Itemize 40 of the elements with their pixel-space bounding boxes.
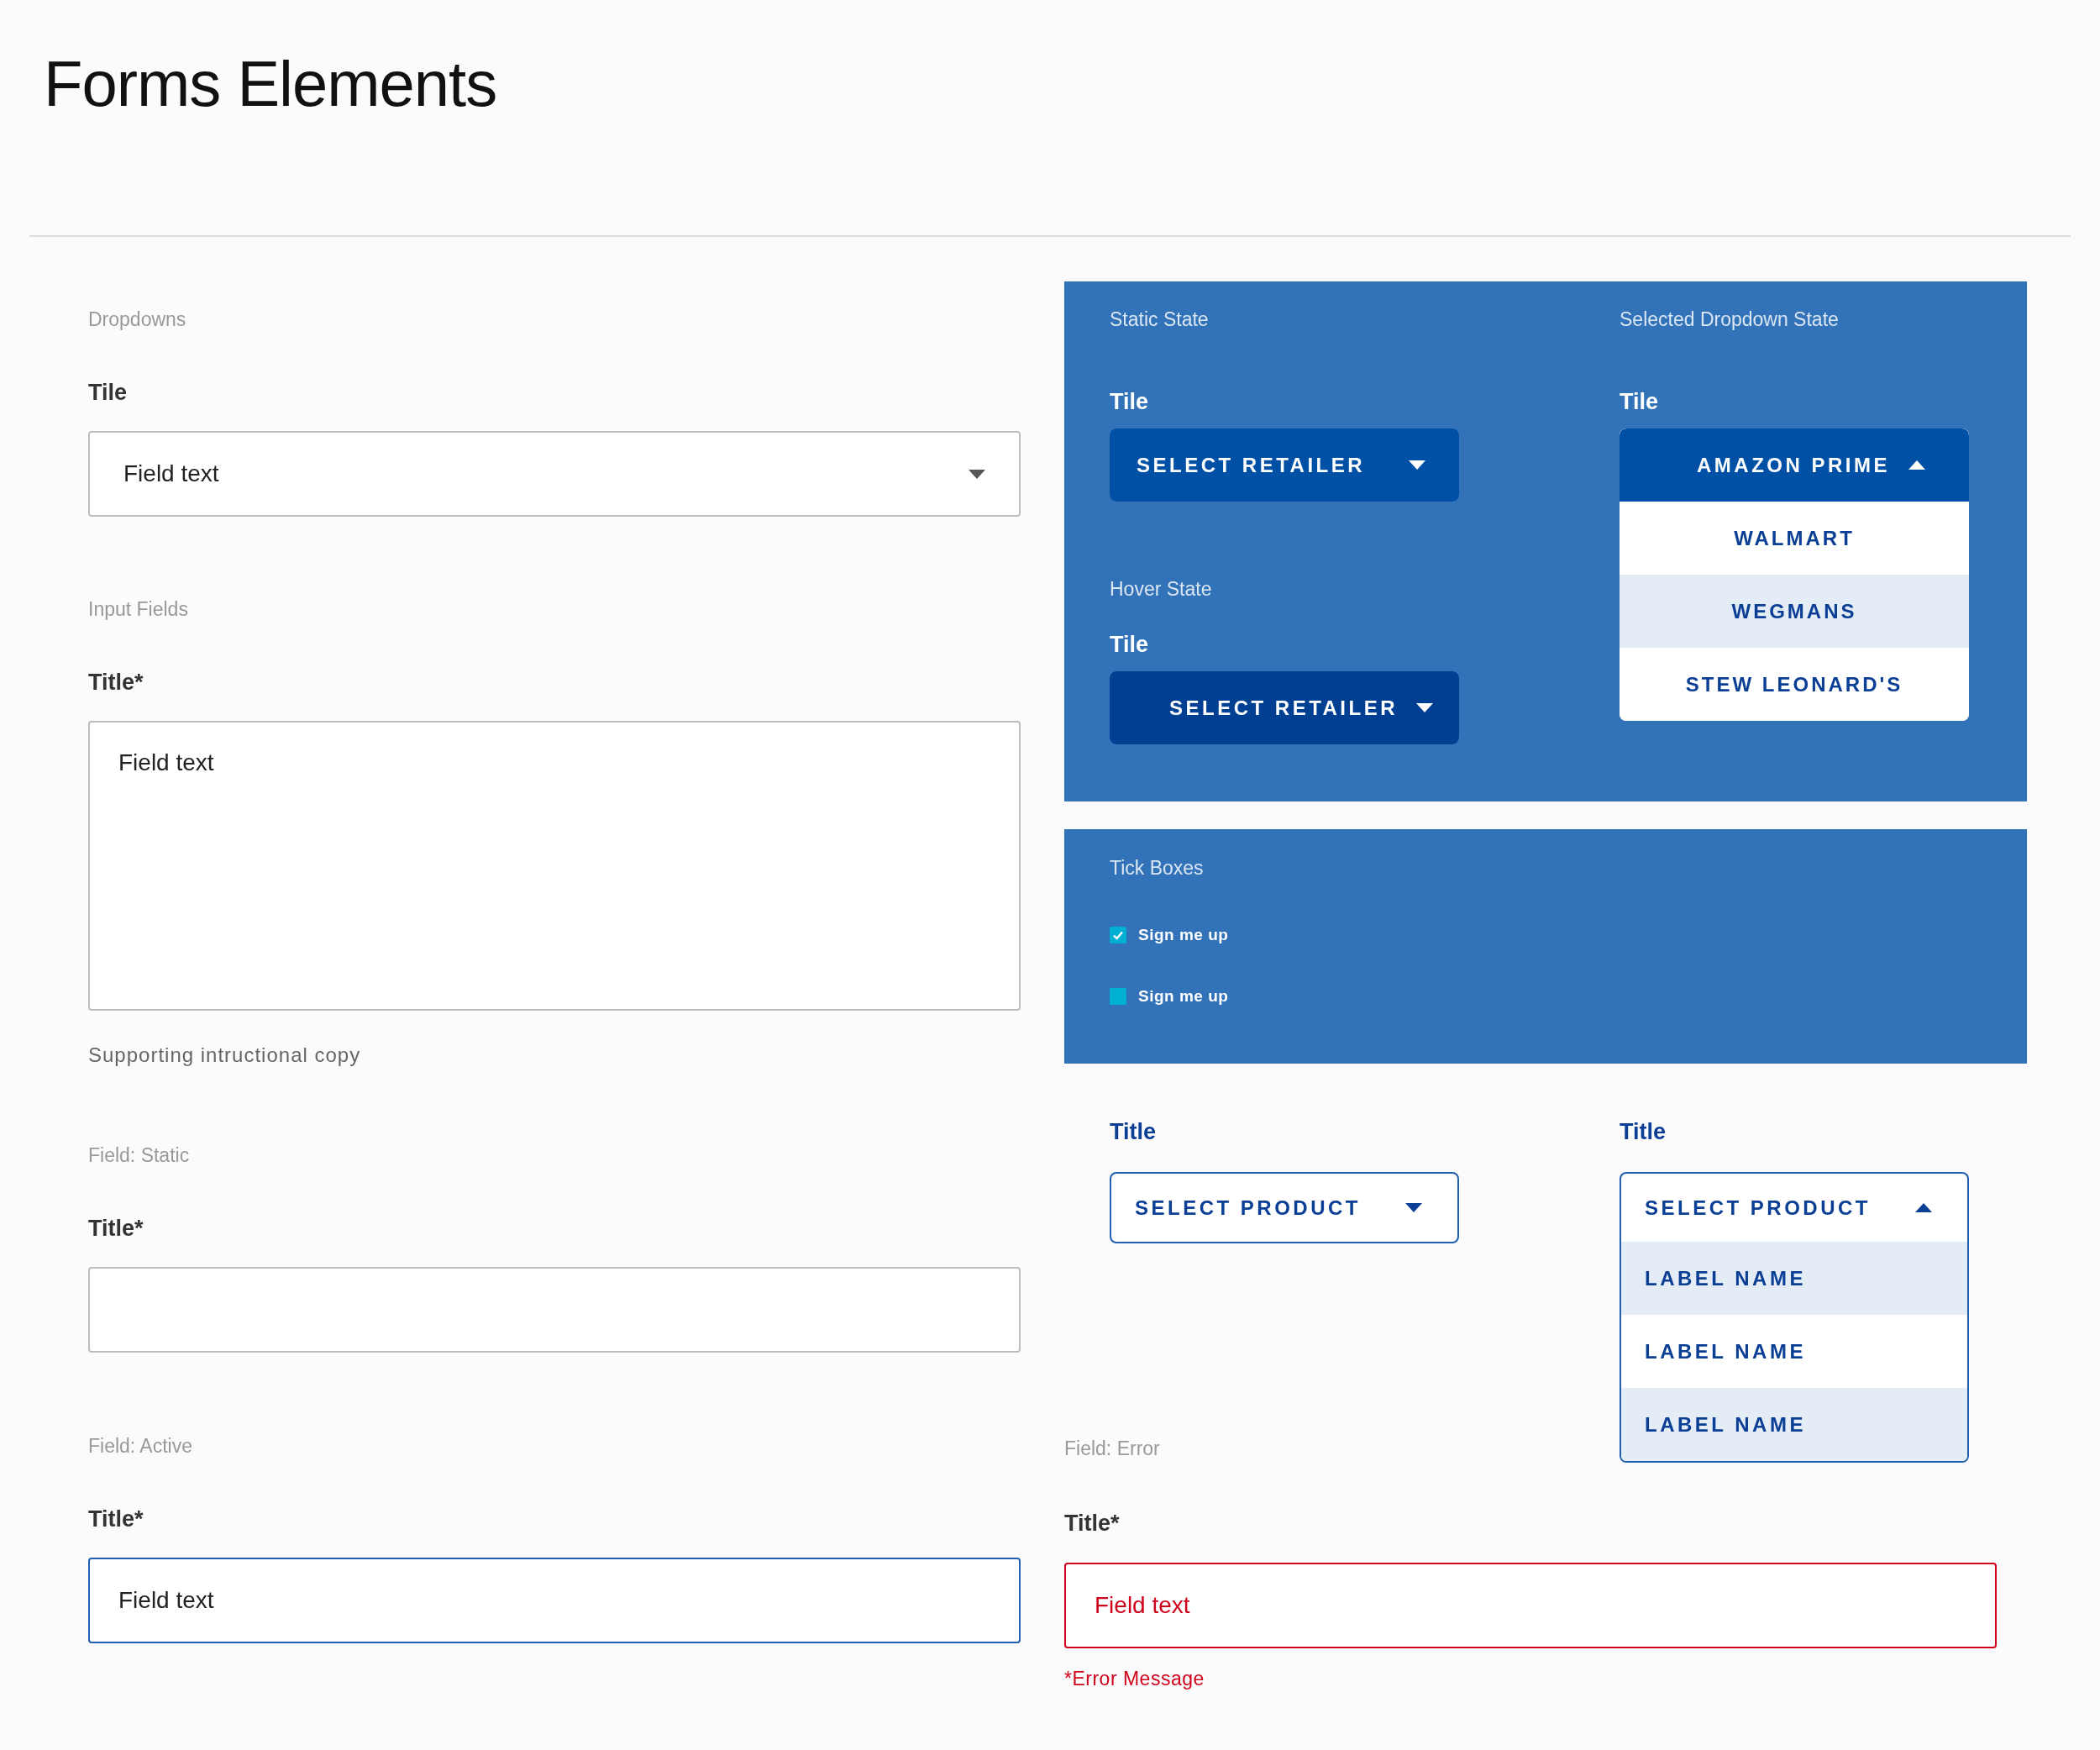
checkbox[interactable] (1110, 988, 1126, 1005)
section-heading: Input Fields (88, 597, 188, 622)
dropdown-option[interactable]: LABEL NAME (1621, 1242, 1967, 1315)
select-field[interactable]: Field text (88, 431, 1021, 517)
checkbox-label: Sign me up (1138, 926, 1229, 944)
dropdown-label: Title (1620, 1118, 1666, 1146)
field-label: Title* (88, 1215, 144, 1243)
text-area[interactable]: Field text (88, 721, 1021, 1011)
section-heading: Field: Error (1064, 1436, 1160, 1461)
input-field[interactable] (88, 1267, 1021, 1353)
state-heading: Selected Dropdown State (1620, 307, 1839, 332)
dropdown-label: Tile (1110, 388, 1149, 416)
panel-heading: Tick Boxes (1110, 856, 1204, 880)
retailer-dropdown[interactable]: SELECT RETAILER (1110, 428, 1459, 502)
checkbox-label: Sign me up (1138, 987, 1229, 1006)
dropdown-option[interactable]: WEGMANS (1620, 575, 1969, 648)
field-label: Title* (88, 669, 144, 696)
retailer-dropdown[interactable]: SELECT RETAILER (1110, 671, 1459, 744)
state-heading: Static State (1110, 307, 1209, 332)
product-dropdown[interactable]: SELECT PRODUCT LABEL NAME LABEL NAME LABEL NAME (1620, 1172, 1969, 1463)
error-message: *Error Message (1064, 1667, 1205, 1691)
section-heading: Dropdowns (88, 307, 186, 332)
page-title: Forms Elements (43, 47, 497, 121)
section-heading: Field: Static (88, 1143, 190, 1168)
field-label: Tile (88, 379, 128, 407)
section-heading: Field: Active (88, 1434, 192, 1458)
dropdown-option[interactable]: LABEL NAME (1621, 1388, 1967, 1461)
product-dropdown[interactable]: SELECT PRODUCT (1110, 1172, 1459, 1243)
checkbox[interactable] (1110, 927, 1126, 943)
dropdown-label: Title (1110, 1118, 1156, 1146)
state-heading: Hover State (1110, 577, 1212, 602)
field-label: Title* (1064, 1510, 1120, 1537)
retailer-dropdown[interactable]: AMAZON PRIME (1620, 428, 1969, 502)
field-value: Field text (123, 460, 219, 487)
input-field[interactable]: Field text (1064, 1563, 1997, 1648)
dropdown-label: Tile (1620, 388, 1659, 416)
field-label: Title* (88, 1506, 144, 1533)
dropdown-label: Tile (1110, 631, 1149, 659)
helper-text: Supporting intructional copy (88, 1043, 361, 1068)
input-field[interactable]: Field text (88, 1558, 1021, 1643)
